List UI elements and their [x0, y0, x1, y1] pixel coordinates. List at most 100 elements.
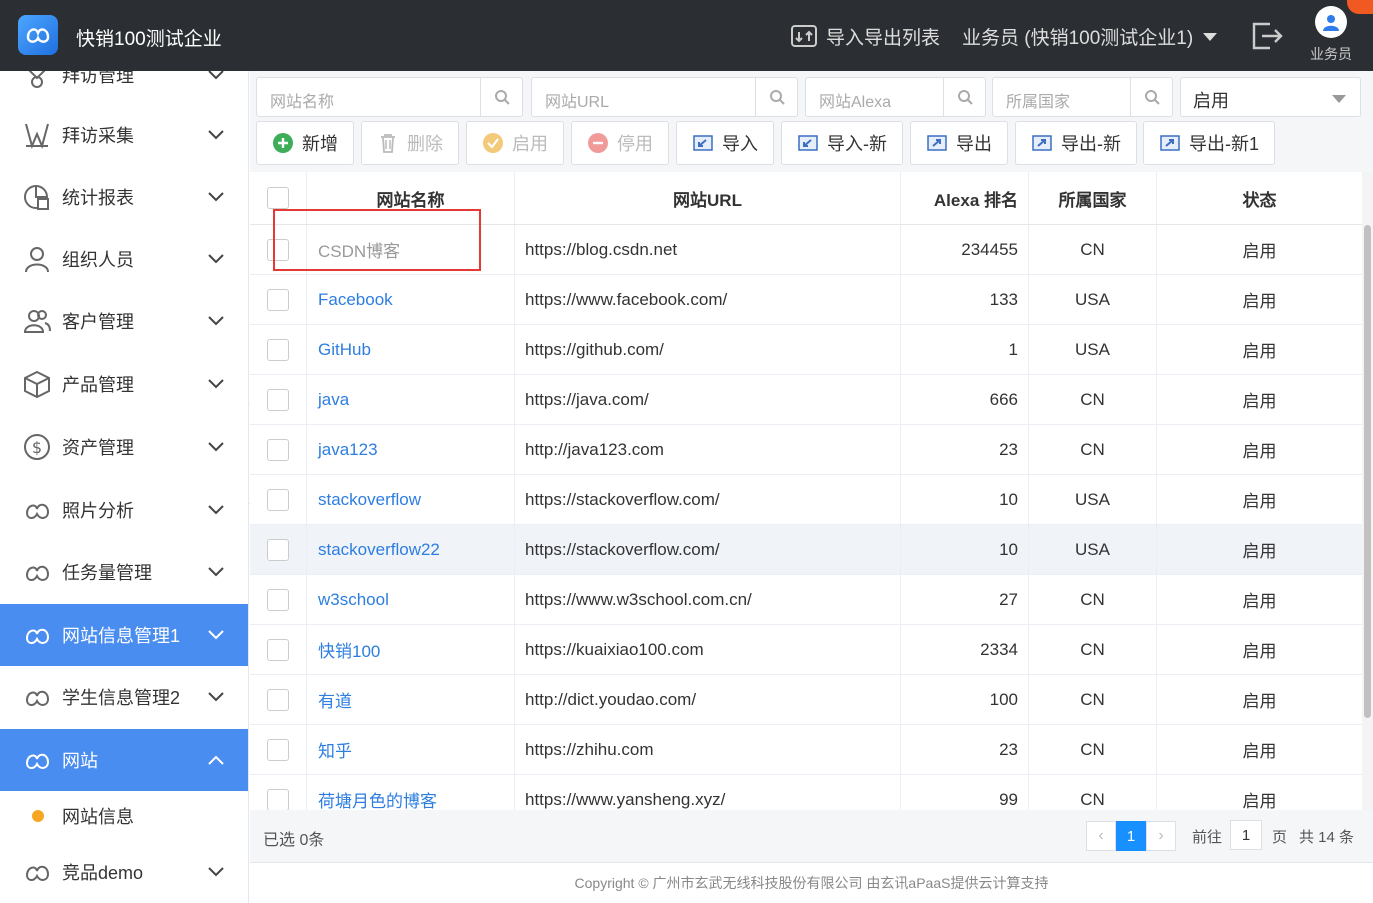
import-button[interactable]: 导入: [676, 121, 774, 165]
logout-icon[interactable]: [1250, 20, 1284, 57]
site-name-link[interactable]: stackoverflow: [318, 490, 421, 510]
header-url[interactable]: 网站URL: [515, 172, 901, 224]
import-new-button[interactable]: 导入-新: [781, 121, 903, 165]
cell-country: CN: [1029, 725, 1157, 774]
cell-alexa: 23: [901, 725, 1029, 774]
sidebar-item-customers[interactable]: 客户管理: [0, 290, 248, 352]
import-export-list-link[interactable]: 导入导出列表: [790, 22, 940, 50]
row-checkbox[interactable]: [267, 488, 289, 511]
app-logo-icon[interactable]: [18, 15, 58, 55]
table-row[interactable]: w3school https://www.w3school.com.cn/27 CN…: [250, 575, 1362, 625]
header-status[interactable]: 状态: [1157, 172, 1362, 224]
scrollbar-thumb[interactable]: [1364, 225, 1371, 718]
site-name-link[interactable]: java123: [318, 440, 378, 460]
search-icon[interactable]: [480, 78, 522, 116]
search-icon[interactable]: [943, 78, 985, 116]
row-checkbox[interactable]: [267, 688, 289, 711]
export-new-button[interactable]: 导出-新: [1015, 121, 1137, 165]
site-name-link[interactable]: GitHub: [318, 340, 371, 360]
sidebar-item-products[interactable]: 产品管理: [0, 353, 248, 415]
sidebar-item-website-info-1[interactable]: 网站信息管理1: [0, 604, 248, 666]
site-name-link[interactable]: stackoverflow22: [318, 540, 440, 560]
row-checkbox[interactable]: [267, 588, 289, 611]
sidebar-item-competitor-demo[interactable]: 竞品demo: [0, 841, 248, 903]
row-checkbox-cell: [250, 475, 307, 524]
sidebar-item-organization[interactable]: 组织人员: [0, 228, 248, 290]
add-button[interactable]: 新增: [256, 121, 354, 165]
row-checkbox[interactable]: [267, 288, 289, 311]
row-checkbox-cell: [250, 675, 307, 724]
site-name-link[interactable]: 有道: [318, 687, 352, 712]
table-row[interactable]: stackoverflow https://stackoverflow.com/1…: [250, 475, 1362, 525]
row-checkbox[interactable]: [267, 538, 289, 561]
cell-url: https://www.w3school.com.cn/: [515, 575, 901, 624]
enable-button[interactable]: 启用: [466, 121, 564, 165]
site-name-filter[interactable]: 网站名称: [256, 77, 523, 117]
row-checkbox[interactable]: [267, 788, 289, 810]
box-icon: [24, 370, 50, 399]
cell-url: http://java123.com: [515, 425, 901, 474]
table-scrollbar[interactable]: [1362, 172, 1373, 810]
cell-country: CN: [1029, 625, 1157, 674]
search-icon[interactable]: [755, 78, 797, 116]
table-row[interactable]: java123 http://java123.com 23 CN 启用: [250, 425, 1362, 475]
sidebar-item-photo-analysis[interactable]: 照片分析: [0, 479, 248, 541]
table-row[interactable]: Facebook https://www.facebook.com/133 USA 启…: [250, 275, 1362, 325]
site-alexa-filter[interactable]: 网站Alexa: [805, 77, 986, 117]
row-checkbox[interactable]: [267, 388, 289, 411]
table-row[interactable]: 知乎 https://zhihu.com 23 CN 启用: [250, 725, 1362, 775]
sidebar-item-statistics[interactable]: 统计报表: [0, 166, 248, 228]
status-select[interactable]: 启用: [1180, 77, 1361, 117]
site-name-link[interactable]: 知乎: [318, 737, 352, 762]
sidebar-subitem-website-info[interactable]: 网站信息: [0, 791, 248, 841]
role-selector[interactable]: 业务员 (快销100测试企业1): [962, 23, 1218, 50]
sidebar-item-assets[interactable]: $ 资产管理: [0, 416, 248, 478]
site-name-link[interactable]: Facebook: [318, 290, 393, 310]
prev-page-button[interactable]: ‹: [1086, 821, 1116, 851]
sidebar-item-student-info-2[interactable]: 学生信息管理2: [0, 666, 248, 728]
sidebar-item-task-management[interactable]: 任务量管理: [0, 541, 248, 603]
import-label: 导入: [722, 134, 758, 154]
search-icon[interactable]: [1130, 78, 1172, 116]
table-row[interactable]: 有道 http://dict.youdao.com/100 CN 启用: [250, 675, 1362, 725]
country-filter[interactable]: 所属国家: [992, 77, 1173, 117]
table-row[interactable]: java https://java.com/666 CN 启用: [250, 375, 1362, 425]
header-alexa[interactable]: Alexa 排名: [901, 172, 1029, 224]
site-name-link[interactable]: 荷塘月色的博客: [318, 787, 437, 810]
site-name-link[interactable]: 快销100: [318, 637, 380, 662]
row-checkbox[interactable]: [267, 438, 289, 461]
site-url-filter[interactable]: 网站URL: [531, 77, 798, 117]
cell-country: CN: [1029, 225, 1157, 274]
next-page-button[interactable]: ›: [1146, 821, 1176, 851]
import-icon: [693, 135, 713, 151]
sidebar-item-label: 学生信息管理2: [62, 688, 181, 708]
disable-button[interactable]: 停用: [571, 121, 669, 165]
current-page-button[interactable]: 1: [1116, 821, 1146, 851]
sidebar-item-website[interactable]: 网站: [0, 729, 248, 791]
page-suffix: 页: [1272, 829, 1288, 846]
cell-name: stackoverflow: [307, 475, 515, 524]
delete-button[interactable]: 删除: [361, 121, 459, 165]
row-checkbox[interactable]: [267, 338, 289, 361]
select-all-checkbox[interactable]: [267, 187, 289, 209]
site-name-link[interactable]: w3school: [318, 590, 389, 610]
site-name-link[interactable]: java: [318, 390, 349, 410]
sidebar-subitem-label: 网站信息: [62, 807, 134, 827]
cell-alexa: 10: [901, 475, 1029, 524]
chevron-down-icon: [208, 379, 224, 389]
user-menu[interactable]: 业务员: [1306, 6, 1356, 64]
cell-name: stackoverflow22: [307, 525, 515, 574]
cell-alexa: 100: [901, 675, 1029, 724]
export-new1-button[interactable]: 导出-新1: [1143, 121, 1275, 165]
sidebar-item-visit-collect[interactable]: 拜访采集: [0, 104, 248, 166]
export-button[interactable]: 导出: [910, 121, 1008, 165]
table-row[interactable]: 快销100 https://kuaixiao100.com 2334 CN 启用: [250, 625, 1362, 675]
table-row[interactable]: stackoverflow22 https://stackoverflow.com…: [250, 525, 1362, 575]
sidebar-item-visit-management[interactable]: 拜访管理: [0, 71, 248, 106]
goto-page-input[interactable]: 1: [1230, 820, 1262, 850]
row-checkbox[interactable]: [267, 738, 289, 761]
row-checkbox[interactable]: [267, 638, 289, 661]
table-row[interactable]: 荷塘月色的博客 https://www.yansheng.xyz/99 CN 启用: [250, 775, 1362, 810]
header-country[interactable]: 所属国家: [1029, 172, 1157, 224]
table-row[interactable]: GitHub https://github.com/1 USA 启用: [250, 325, 1362, 375]
